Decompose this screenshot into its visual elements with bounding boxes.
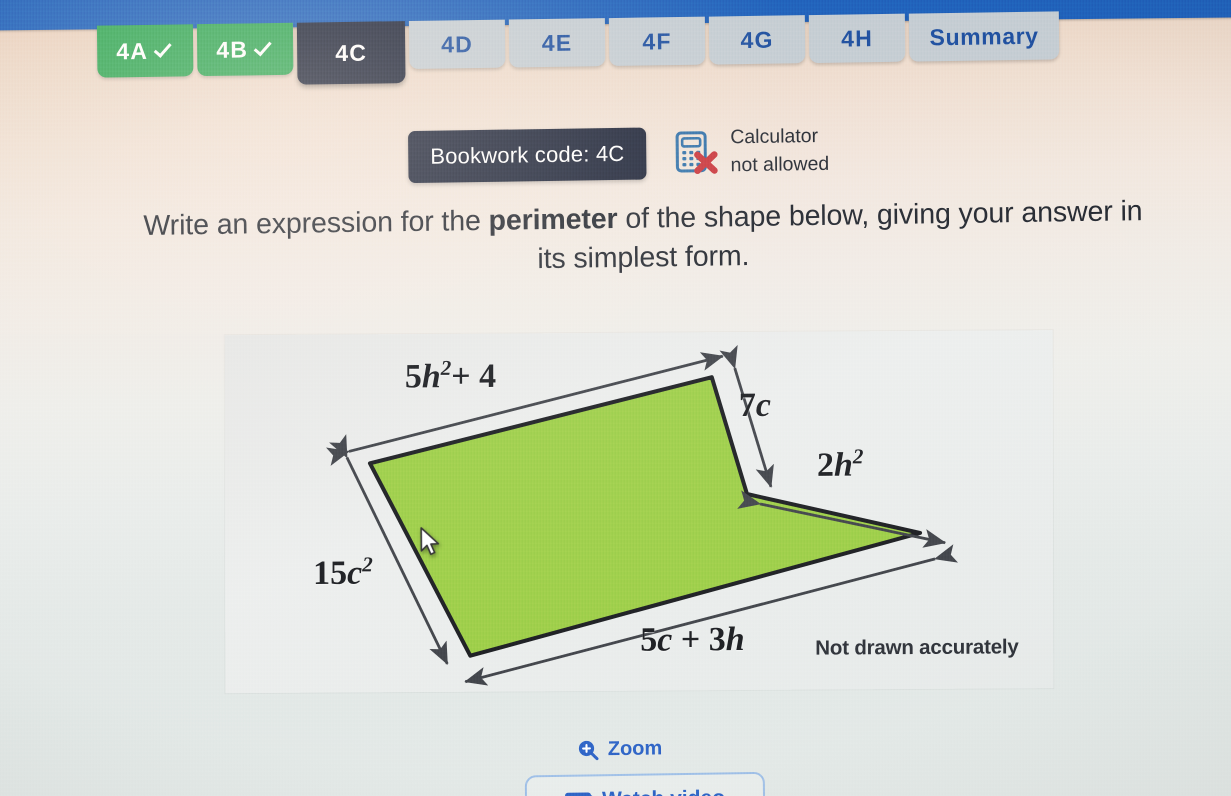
label-top-exponent: 2 [440, 355, 452, 380]
tab-4a[interactable]: 4A [96, 24, 194, 78]
label-top-edge: 5h2+ 4 [405, 356, 496, 397]
tab-4g-label: 4G [740, 26, 774, 53]
calculator-not-allowed: Calculator not allowed [674, 123, 829, 181]
question-part-2: of the shape below, giving your answer i… [617, 195, 1143, 235]
tab-4d[interactable]: 4D [408, 19, 506, 70]
tab-4c-label: 4C [335, 39, 368, 66]
tab-4e-label: 4E [541, 29, 573, 56]
label-right-lower-coefficient: 2 [816, 446, 834, 484]
label-left-exponent: 2 [362, 552, 373, 577]
video-camera-icon [565, 791, 592, 796]
bookwork-code-badge: Bookwork code: 4C [408, 127, 647, 183]
label-right-upper-edge: 7c [739, 387, 771, 425]
tab-summary-label: Summary [929, 22, 1039, 50]
zoom-label: Zoom [607, 737, 663, 761]
label-left-edge: 15c2 [313, 552, 373, 593]
tab-4e[interactable]: 4E [508, 18, 606, 68]
question-text: Write an expression for the perimeter of… [13, 190, 1231, 286]
calculator-no-icon [674, 129, 720, 176]
calculator-text: Calculator not allowed [730, 123, 829, 180]
zoom-in-icon [578, 739, 599, 761]
label-bottom-coefficient-a: 5 [640, 621, 658, 659]
device-screen-photo: 4A 4B 4C 4D 4E 4F 4G 4H Summary Bookwork… [0, 0, 1231, 796]
label-right-upper-variable: c [755, 386, 771, 424]
question-part-1: Write an expression for the [143, 204, 489, 242]
green-polygon [367, 375, 923, 658]
label-right-lower-variable: h [833, 446, 853, 484]
tab-4h-label: 4H [841, 24, 874, 52]
label-left-variable: c [347, 554, 363, 592]
tab-4b[interactable]: 4B [196, 22, 294, 77]
zoom-control[interactable]: Zoom [4, 729, 1231, 770]
label-right-lower-edge: 2h2 [817, 444, 864, 485]
tab-4b-label: 4B [216, 35, 249, 63]
not-drawn-accurately-note: Not drawn accurately [815, 635, 1019, 660]
question-part-3: its simplest form. [537, 239, 750, 275]
bookwork-row: Bookwork code: 4C Calculator not allowed [408, 123, 829, 185]
watch-video-label: Watch video [602, 786, 725, 796]
label-top-coefficient: 5 [404, 358, 422, 396]
tab-summary[interactable]: Summary [908, 11, 1060, 62]
label-bottom-plus: + [680, 621, 701, 659]
tab-4g[interactable]: 4G [708, 15, 806, 65]
tab-4c[interactable]: 4C [296, 21, 406, 85]
tab-4f-label: 4F [642, 27, 672, 55]
check-icon [153, 38, 172, 58]
tab-4f[interactable]: 4F [608, 16, 706, 67]
check-icon [253, 37, 272, 56]
label-right-lower-exponent: 2 [852, 444, 864, 469]
tab-4d-label: 4D [441, 30, 474, 58]
label-top-variable: h [421, 358, 441, 396]
label-right-upper-coefficient: 7 [738, 386, 756, 425]
question-emphasis: perimeter [488, 202, 618, 237]
label-top-tail: + 4 [451, 357, 497, 396]
tab-4a-label: 4A [116, 37, 149, 64]
calculator-line-2: not allowed [730, 152, 830, 176]
label-bottom-variable-b: h [725, 621, 745, 659]
label-bottom-edge: 5c + 3h [640, 621, 744, 660]
app-content: 4A 4B 4C 4D 4E 4F 4G 4H Summary Bookwork… [0, 0, 1231, 796]
label-bottom-variable-a: c [657, 621, 673, 659]
watch-video-button[interactable]: Watch video [524, 771, 766, 796]
label-bottom-coefficient-b: 3 [708, 621, 726, 659]
mouse-cursor [420, 527, 442, 559]
label-left-coefficient: 15 [313, 554, 348, 592]
calculator-line-1: Calculator [730, 124, 819, 149]
tab-4h[interactable]: 4H [808, 13, 906, 64]
shape-diagram-panel[interactable]: 5h2+ 4 7c 2h2 15c2 5c + 3h Not drawn acc… [224, 330, 1054, 694]
